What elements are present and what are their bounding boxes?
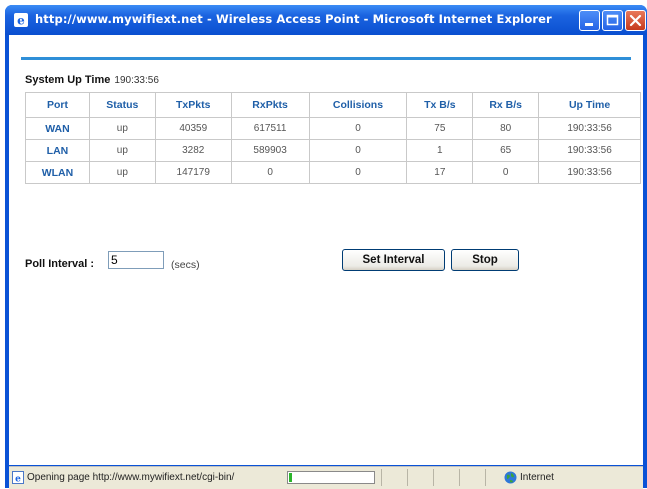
close-button[interactable] [625,10,646,31]
maximize-icon [606,14,619,26]
set-interval-button[interactable]: Set Interval [342,249,445,271]
page-icon: e [12,471,24,484]
ie-icon: e [14,13,28,28]
table-header-row: Port Status TxPkts RxPkts Collisions Tx … [25,92,641,118]
table-row: WAN up 40359 617511 0 75 80 190:33:56 [25,117,641,140]
cell-status: up [88,139,156,162]
status-divider [381,469,382,486]
svg-text:e: e [15,475,21,485]
globe-icon [504,471,517,484]
col-rxpkts: RxPkts [230,92,310,118]
minimize-icon [585,23,593,26]
uptime-value: 190:33:56 [114,75,159,86]
poll-interval-input[interactable] [108,251,164,269]
col-status: Status [88,92,156,118]
col-port: Port [25,92,90,118]
browser-window: e http://www.mywifiext.net - Wireless Ac… [5,5,647,489]
cell-txpkts: 40359 [154,117,232,140]
cell-collisions: 0 [308,161,408,184]
page-load-progress [287,471,375,484]
title-bar[interactable]: e http://www.mywifiext.net - Wireless Ac… [5,5,647,35]
security-zone: Internet [520,472,554,483]
cell-txpkts: 3282 [154,139,232,162]
maximize-button[interactable] [602,10,623,31]
close-icon [629,14,642,27]
status-divider [407,469,408,486]
svg-text:e: e [17,14,25,28]
table-row: WLAN up 147179 0 0 17 0 190:33:56 [25,161,641,184]
cell-rx-bps: 80 [472,117,540,140]
cell-uptime: 190:33:56 [538,139,641,162]
cell-rx-bps: 65 [472,139,540,162]
col-uptime: Up Time [538,92,641,118]
cell-tx-bps: 1 [406,139,474,162]
minimize-button[interactable] [579,10,600,31]
uptime-label: System Up Time [25,74,111,86]
cell-rxpkts: 589903 [230,139,310,162]
cell-rx-bps: 0 [472,161,540,184]
cell-tx-bps: 75 [406,117,474,140]
cell-rxpkts: 617511 [230,117,310,140]
col-tx-bps: Tx B/s [406,92,474,118]
page-content: System Up Time 190:33:56 Port Status TxPk… [9,35,643,465]
col-collisions: Collisions [308,92,408,118]
status-divider [433,469,434,486]
status-divider [459,469,460,486]
system-uptime: System Up Time 190:33:56 [25,74,159,86]
cell-tx-bps: 17 [406,161,474,184]
col-rx-bps: Rx B/s [472,92,540,118]
cell-txpkts: 147179 [154,161,232,184]
progress-fill [289,473,292,482]
cell-uptime: 190:33:56 [538,117,641,140]
status-divider [485,469,486,486]
stop-button[interactable]: Stop [451,249,519,271]
cell-collisions: 0 [308,139,408,162]
status-text: Opening page http://www.mywifiext.net/cg… [27,472,235,483]
cell-status: up [88,117,156,140]
poll-interval-unit: (secs) [171,259,200,271]
window-title: http://www.mywifiext.net - Wireless Acce… [35,12,552,26]
col-txpkts: TxPkts [154,92,232,118]
header-divider [21,57,631,60]
cell-rxpkts: 0 [230,161,310,184]
cell-port: LAN [25,139,90,162]
cell-status: up [88,161,156,184]
cell-uptime: 190:33:56 [538,161,641,184]
cell-port: WAN [25,117,90,140]
port-stats-table: Port Status TxPkts RxPkts Collisions Tx … [25,92,641,184]
cell-port: WLAN [25,161,90,184]
cell-collisions: 0 [308,117,408,140]
poll-interval-label: Poll Interval : [25,258,95,270]
table-row: LAN up 3282 589903 0 1 65 190:33:56 [25,139,641,162]
status-bar: e Opening page http://www.mywifiext.net/… [9,466,643,489]
